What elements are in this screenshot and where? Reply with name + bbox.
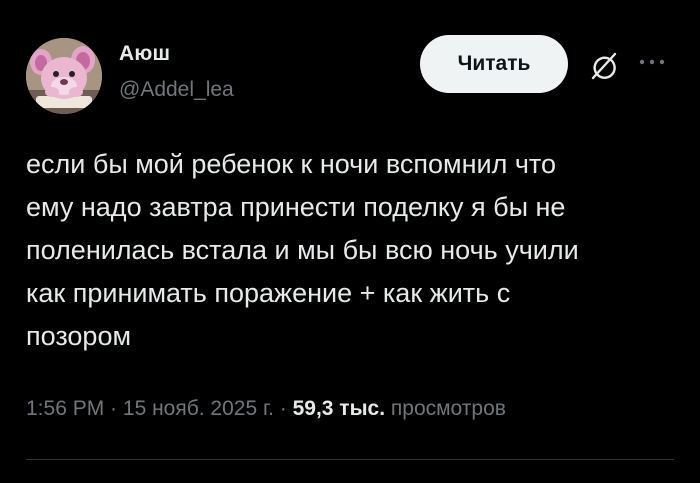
grok-icon[interactable] <box>588 50 620 82</box>
more-icon[interactable] <box>637 52 667 72</box>
tweet-text: если бы мой ребенок к ночи вспомнил что … <box>26 149 579 351</box>
divider <box>26 459 674 460</box>
avatar[interactable] <box>26 38 102 114</box>
tweet-metadata: 1:56 PM · 15 нояб. 2025 г. · 59,3 тыс. п… <box>26 397 506 421</box>
views-count[interactable]: 59,3 тыс. <box>293 397 385 420</box>
tweet-date[interactable]: 15 нояб. 2025 г. <box>123 397 274 420</box>
tweet-time[interactable]: 1:56 PM <box>26 397 104 420</box>
pink-bear-avatar-icon <box>26 38 102 114</box>
follow-button[interactable]: Читать <box>420 35 568 93</box>
views-label: просмотров <box>390 397 506 420</box>
meta-separator: · <box>104 397 123 420</box>
tweet: Аюш @Addel_lea Читать если бы мой ребено… <box>0 0 700 483</box>
display-name[interactable]: Аюш <box>119 42 170 66</box>
meta-separator: · <box>273 397 293 420</box>
user-handle[interactable]: @Addel_lea <box>119 78 234 102</box>
